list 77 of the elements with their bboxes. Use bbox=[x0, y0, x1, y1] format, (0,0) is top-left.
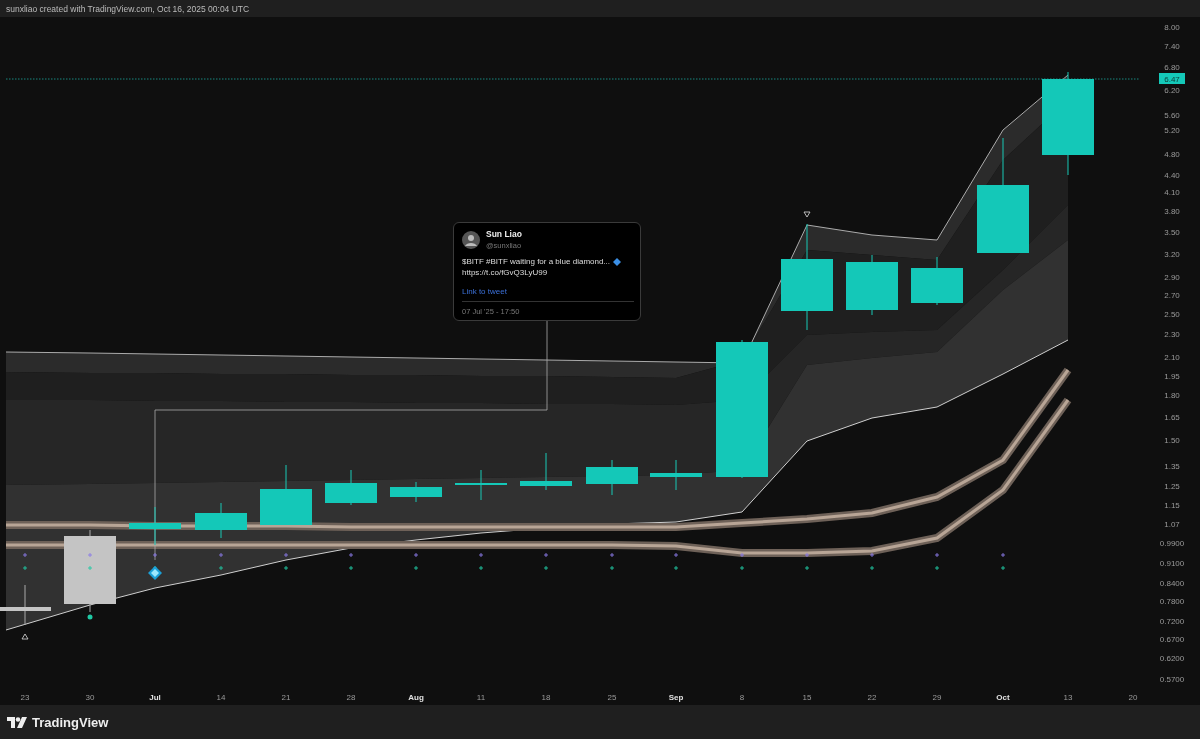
date-label: 20 bbox=[1128, 693, 1138, 702]
price-label: 1.07 bbox=[1164, 520, 1180, 529]
price-label: 3.20 bbox=[1164, 250, 1180, 259]
price-label: 1.50 bbox=[1164, 436, 1180, 445]
dot-icon bbox=[87, 614, 93, 620]
candle bbox=[129, 506, 181, 546]
candle bbox=[846, 254, 898, 316]
candle bbox=[911, 256, 963, 306]
candle bbox=[0, 584, 51, 626]
price-label: 0.5700 bbox=[1159, 675, 1185, 684]
price-label: 6.80 bbox=[1164, 63, 1180, 72]
date-label: 15 bbox=[802, 693, 812, 702]
current-price-badge: 6.47 bbox=[1159, 73, 1185, 84]
candle bbox=[520, 452, 572, 491]
price-label: 1.15 bbox=[1164, 501, 1180, 510]
date-label: 23 bbox=[20, 693, 30, 702]
price-label: 1.95 bbox=[1164, 372, 1180, 381]
tweet-text: $BITF #BITF waiting for a blue diamond... bbox=[462, 256, 611, 267]
date-label: Sep bbox=[668, 693, 684, 702]
date-label: Oct bbox=[996, 693, 1010, 702]
chart-caption: sunxliao created with TradingView.com, Oct 16, 2025 00:04 UTC bbox=[6, 3, 250, 14]
price-label: 3.80 bbox=[1164, 207, 1180, 216]
price-label: 0.7800 bbox=[1159, 597, 1185, 606]
price-label: 2.30 bbox=[1164, 330, 1180, 339]
price-label: 0.6700 bbox=[1159, 635, 1185, 644]
diamond-icon bbox=[613, 257, 622, 266]
candle bbox=[195, 502, 247, 539]
candle bbox=[586, 459, 638, 496]
candle bbox=[650, 459, 702, 491]
date-label: 14 bbox=[216, 693, 226, 702]
candle bbox=[325, 469, 377, 506]
price-label: 8.00 bbox=[1164, 23, 1180, 32]
date-label: 8 bbox=[739, 693, 745, 702]
date-label: Aug bbox=[408, 693, 424, 702]
price-label: 4.80 bbox=[1164, 150, 1180, 159]
tweet-url[interactable]: https://t.co/fGvQ3LyU99 bbox=[462, 267, 548, 278]
price-label: 1.35 bbox=[1164, 462, 1180, 471]
price-label: 6.20 bbox=[1164, 86, 1180, 95]
date-label: 13 bbox=[1063, 693, 1073, 702]
price-label: 4.10 bbox=[1164, 188, 1180, 197]
price-label: 2.90 bbox=[1164, 273, 1180, 282]
price-label: 3.50 bbox=[1164, 228, 1180, 237]
price-label: 1.80 bbox=[1164, 391, 1180, 400]
price-label: 0.9100 bbox=[1159, 559, 1185, 568]
price-label: 5.20 bbox=[1164, 126, 1180, 135]
diamond-icon bbox=[148, 566, 162, 580]
date-label: 29 bbox=[932, 693, 942, 702]
tweet-author: Sun Liao bbox=[486, 229, 522, 239]
triangle-icon bbox=[21, 633, 29, 640]
date-label: 21 bbox=[281, 693, 291, 702]
avatar-icon bbox=[462, 230, 480, 249]
date-label: 11 bbox=[476, 693, 486, 702]
date-label: 28 bbox=[346, 693, 356, 702]
tweet-link[interactable]: Link to tweet bbox=[462, 287, 507, 296]
price-label: 2.50 bbox=[1164, 310, 1180, 319]
price-label: 5.60 bbox=[1164, 111, 1180, 120]
price-label: 0.6200 bbox=[1159, 654, 1185, 663]
date-label: 30 bbox=[85, 693, 95, 702]
candle bbox=[455, 469, 507, 501]
candle bbox=[260, 464, 312, 526]
price-label: 2.10 bbox=[1164, 353, 1180, 362]
price-label: 2.70 bbox=[1164, 291, 1180, 300]
triangle-icon bbox=[803, 211, 811, 218]
price-label: 7.40 bbox=[1164, 42, 1180, 51]
price-label: 1.65 bbox=[1164, 413, 1180, 422]
price-label: 4.40 bbox=[1164, 171, 1180, 180]
price-label: 0.8400 bbox=[1159, 579, 1185, 588]
date-label: 22 bbox=[867, 693, 877, 702]
candle bbox=[390, 481, 442, 503]
date-label: Jul bbox=[149, 693, 161, 702]
date-label: 18 bbox=[541, 693, 551, 702]
brand-name: TradingView bbox=[32, 714, 109, 730]
price-label: 0.7200 bbox=[1159, 617, 1185, 626]
date-label: 25 bbox=[607, 693, 617, 702]
price-label: 1.25 bbox=[1164, 482, 1180, 491]
price-label: 0.9900 bbox=[1159, 539, 1185, 548]
logo-icon bbox=[7, 716, 27, 728]
